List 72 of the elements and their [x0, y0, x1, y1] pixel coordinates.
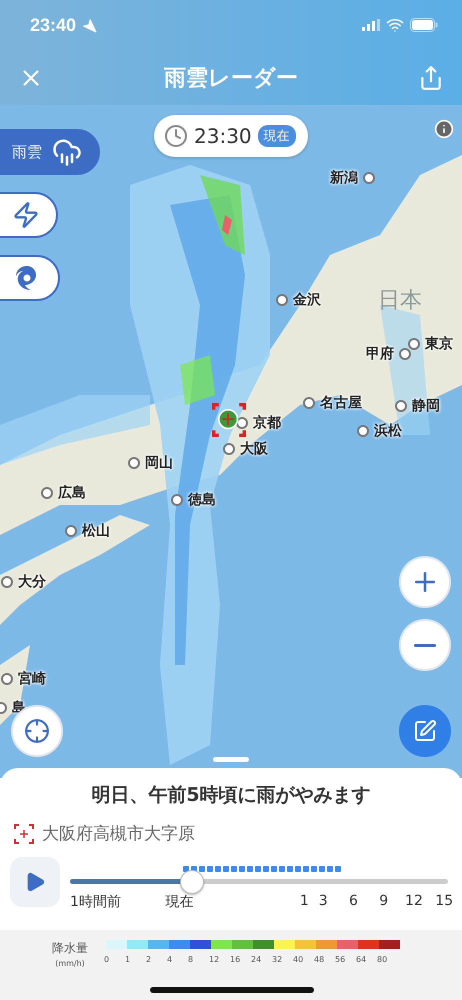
- info-icon[interactable]: [434, 119, 454, 139]
- legend-value: 40: [293, 955, 304, 964]
- legend-value: 32: [272, 955, 284, 964]
- edit-icon: [413, 719, 437, 743]
- crosshair-icon: [24, 718, 50, 744]
- timeline-label: 9: [379, 893, 388, 909]
- legend-value: 2: [146, 955, 152, 964]
- rain-stop-message: 明日、午前5時頃に雨がやみます: [90, 783, 372, 808]
- city-dot: [276, 294, 288, 306]
- city-label: 浜松: [374, 422, 402, 440]
- legend-value: 56: [335, 955, 346, 964]
- legend-value: 48: [314, 955, 326, 964]
- city-label: 名古屋: [320, 394, 362, 412]
- location-marker-icon: [212, 403, 246, 437]
- legend-value: 12: [209, 955, 220, 964]
- location-name: 大阪府高槻市大字原: [42, 823, 195, 845]
- legend-value: 0: [104, 955, 110, 964]
- timeline-label: 現在: [166, 893, 194, 911]
- timeline-label: 6: [349, 893, 358, 909]
- battery-icon: [410, 18, 438, 32]
- legend-value: 80: [377, 955, 388, 964]
- zoom-out-button[interactable]: [399, 619, 451, 671]
- city-dot: [65, 525, 77, 537]
- legend-value: 64: [356, 955, 368, 964]
- radar-time: 23:30: [194, 124, 252, 148]
- location-arrow-icon: [82, 18, 98, 32]
- timeline-label: 15: [435, 893, 454, 909]
- sheet-handle[interactable]: [213, 757, 249, 762]
- timeline-thumb[interactable]: [180, 870, 204, 894]
- legend-value: 24: [251, 955, 262, 964]
- city-dot: [303, 397, 315, 409]
- timeline-label: 1: [300, 893, 309, 909]
- legend-value: 8: [188, 955, 194, 964]
- zoom-in-button[interactable]: [399, 556, 451, 608]
- legend-value: 4: [167, 955, 174, 964]
- rain-cloud-icon: [52, 137, 82, 167]
- minus-icon: [414, 644, 436, 646]
- city-dot: [363, 172, 375, 184]
- region-label: 日本: [378, 287, 422, 315]
- city-label: 岡山: [145, 454, 173, 472]
- city-label: 広島: [58, 484, 86, 502]
- legend-value: 1: [125, 955, 132, 964]
- clock-icon: [164, 124, 188, 148]
- city-label: 新潟: [330, 169, 358, 187]
- legend-unit: (mm/h): [55, 959, 85, 968]
- city-label: 徳島: [188, 491, 216, 509]
- wifi-icon: [386, 16, 404, 34]
- timeline-label: 3: [318, 893, 328, 909]
- timeline-track[interactable]: [70, 879, 448, 884]
- legend-title: 降水量: [52, 940, 88, 957]
- city-label: 京都: [253, 414, 281, 432]
- city-label: 大分: [18, 573, 46, 591]
- city-label: 静岡: [412, 397, 440, 415]
- time-pill[interactable]: 23:30 現在: [154, 115, 308, 157]
- status-time: 23:40: [30, 14, 76, 36]
- screen-title: 雨雲レーダー: [164, 64, 298, 92]
- layer-button[interactable]: [0, 192, 58, 238]
- play-button[interactable]: [10, 857, 60, 907]
- layer-button[interactable]: 雨雲: [0, 129, 100, 175]
- lightning-icon: [12, 201, 40, 229]
- city-label: 甲府: [366, 345, 394, 363]
- signal-icon: [362, 19, 380, 31]
- layer-button[interactable]: [0, 255, 60, 301]
- edit-button[interactable]: [399, 705, 451, 757]
- timeline-label: 1時間前: [70, 893, 121, 911]
- location-target-icon: [14, 824, 34, 844]
- now-badge: 現在: [258, 125, 296, 147]
- legend-value: 16: [230, 955, 242, 964]
- city-label: 松山: [82, 522, 110, 540]
- timeline-label: 12: [405, 893, 423, 909]
- city-dot: [357, 425, 369, 437]
- city-label: 東京: [425, 335, 453, 353]
